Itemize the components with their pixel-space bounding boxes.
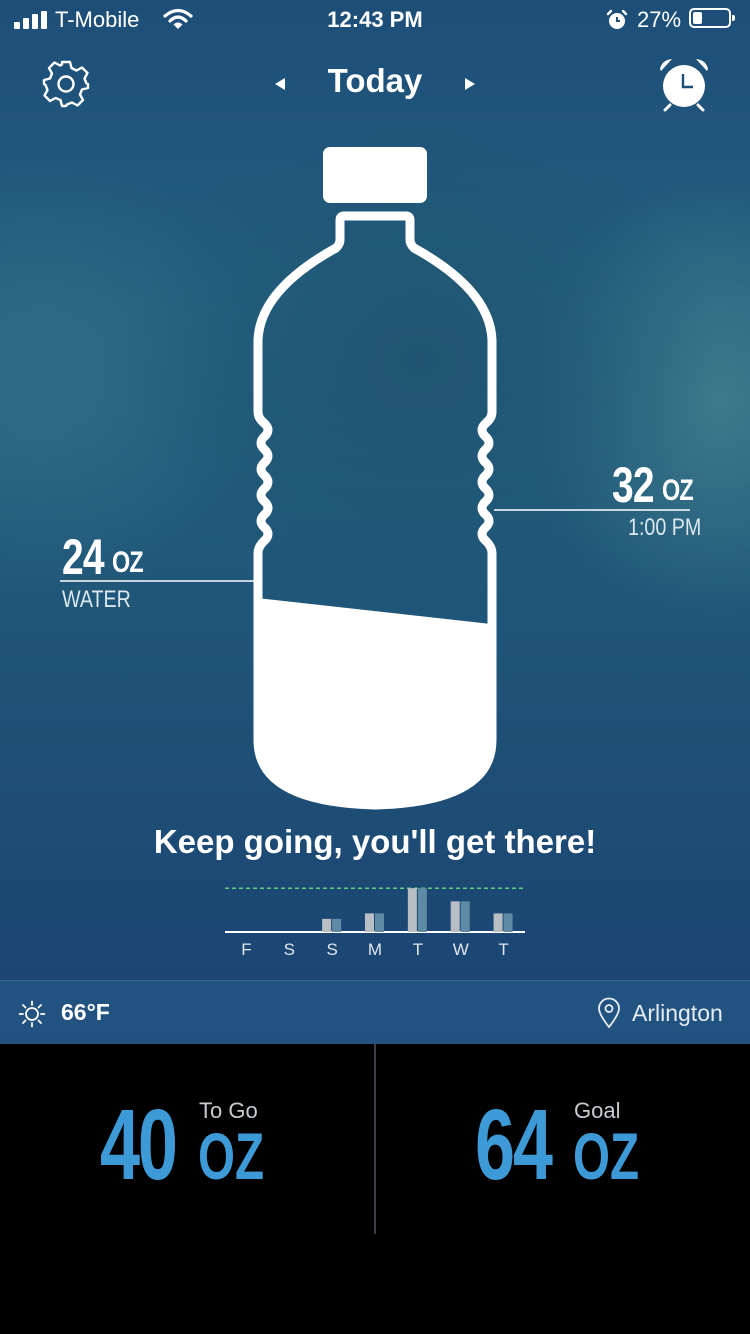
bottle-cap — [323, 147, 427, 203]
chart-bar — [365, 913, 374, 932]
chart-bar — [332, 918, 342, 932]
day-tick-label: S — [284, 940, 295, 959]
current-label: WATER — [62, 586, 131, 613]
battery-percentage: 27% — [637, 7, 682, 32]
location-pin-icon[interactable] — [596, 997, 622, 1029]
chart-bar — [450, 901, 460, 932]
battery-icon — [689, 8, 735, 28]
day-tick-label: M — [368, 940, 382, 959]
to-go-unit: OZ — [198, 1119, 264, 1193]
gear-icon[interactable] — [40, 58, 92, 110]
sun-icon — [18, 1000, 46, 1028]
day-tick-label: T — [498, 940, 508, 959]
next-day-button[interactable] — [458, 68, 482, 100]
day-tick-label: F — [241, 940, 251, 959]
day-tick-label: S — [326, 940, 337, 959]
target-level-line — [494, 509, 690, 511]
chart-bar — [417, 888, 427, 932]
day-tick-label: T — [413, 940, 423, 959]
status-bar: T-Mobile 12:43 PM 27% — [0, 0, 750, 40]
chart-bar — [375, 913, 384, 932]
alarm-status-icon — [606, 9, 628, 29]
target-amount: 32 — [612, 457, 655, 513]
stats-panel: 40 To Go OZ 64 Goal OZ — [0, 1044, 750, 1334]
day-title: Today — [327, 62, 423, 99]
current-amount: 24 — [62, 529, 105, 585]
chart-bar — [322, 918, 332, 932]
chart-bar — [493, 913, 503, 932]
target-time: 1:00 PM — [628, 514, 702, 541]
alarm-clock-icon[interactable] — [656, 56, 712, 112]
goal-value: 64 — [475, 1089, 553, 1201]
target-unit: OZ — [662, 474, 694, 507]
chart-bar — [407, 888, 417, 932]
stats-divider — [374, 1044, 376, 1234]
chart-bar — [460, 901, 470, 932]
weather-bar: 66°F Arlington — [0, 980, 750, 1045]
water-bottle[interactable] — [240, 140, 510, 820]
temperature: 66°F — [61, 999, 110, 1025]
location-name[interactable]: Arlington — [632, 1000, 723, 1027]
to-go-value: 40 — [100, 1089, 178, 1201]
chart-bar — [503, 913, 513, 932]
goal-unit: OZ — [573, 1119, 639, 1193]
motivation-message: Keep going, you'll get there! — [153, 823, 597, 860]
current-unit: OZ — [112, 546, 144, 579]
previous-day-button[interactable] — [268, 68, 292, 100]
day-tick-label: W — [453, 940, 469, 959]
weekly-history-chart[interactable]: FSSMTWT — [220, 876, 530, 960]
